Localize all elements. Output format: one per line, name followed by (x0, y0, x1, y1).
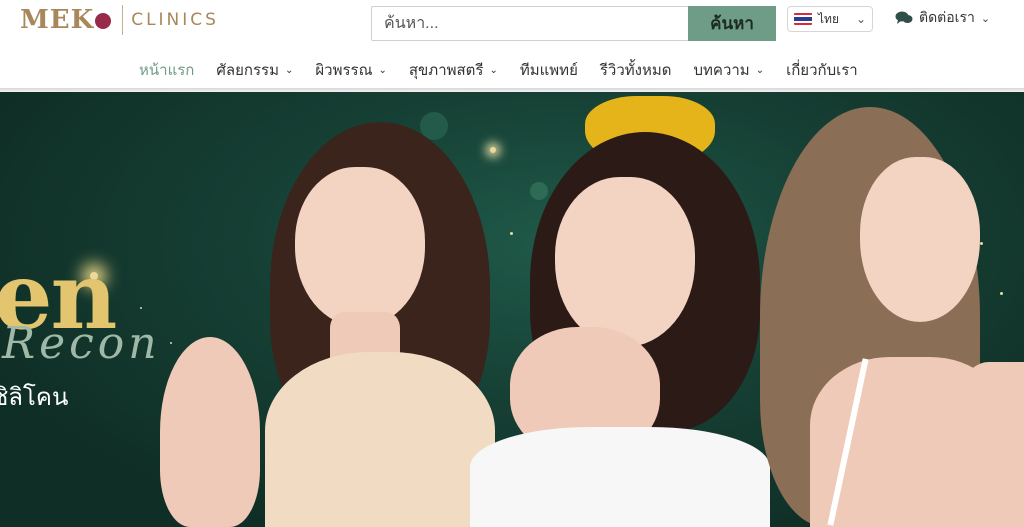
model-left (160, 122, 510, 527)
logo-flower-icon (95, 13, 112, 29)
sparkle (140, 307, 142, 309)
nav-item-label: ทีมแพทย์ (519, 62, 578, 79)
nav-item-label: เกี่ยวกับเรา (786, 62, 858, 79)
chevron-down-icon: ⌄ (489, 64, 498, 76)
logo-word-meko: MEK (20, 5, 95, 35)
language-selector[interactable]: ไทย ⌄ (787, 6, 873, 32)
search-input[interactable] (371, 6, 688, 41)
nav-item-skin[interactable]: ผิวพรรณ ⌄ (315, 58, 387, 82)
model-face (295, 167, 425, 327)
search-button[interactable]: ค้นหา (688, 6, 776, 41)
chat-bubbles-icon (895, 11, 913, 24)
model-far-right (948, 332, 1024, 527)
nav-item-label: รีวิวทั้งหมด (599, 62, 672, 79)
chevron-down-icon: ⌄ (284, 64, 294, 76)
chevron-down-icon: ⌄ (378, 64, 387, 76)
nav-item-articles[interactable]: บทความ ⌄ (694, 58, 765, 82)
model-center (470, 92, 780, 527)
logo[interactable]: MEK CLINICS (20, 5, 219, 35)
nav-item-home[interactable]: หน้าแรก (139, 58, 194, 82)
logo-word-clinics: CLINICS (131, 10, 219, 30)
chevron-down-icon: ⌄ (980, 12, 991, 25)
nav-item-womens-health[interactable]: สุขภาพสตรี ⌄ (409, 58, 498, 82)
banner-script-text: Recon (2, 318, 161, 369)
banner-subtext: ซิลิโคน (0, 384, 69, 411)
contact-label: ติดต่อเรา (919, 9, 975, 25)
nav-item-label: ผิวพรรณ (315, 62, 373, 79)
model-top (265, 352, 495, 527)
nav-item-label: หน้าแรก (139, 62, 195, 79)
nav-item-surgery[interactable]: ศัลยกรรม ⌄ (216, 58, 293, 82)
language-label: ไทย (818, 11, 839, 26)
model-face (555, 177, 695, 347)
contact-dropdown[interactable]: ติดต่อเรา ⌄ (895, 6, 990, 30)
thailand-flag-icon (794, 13, 812, 25)
hero-banner[interactable]: en Recon ซิลิโคน (0, 92, 1024, 527)
nav-item-doctors[interactable]: ทีมแพทย์ (520, 58, 578, 82)
header: MEK CLINICS ค้นหา ไทย ⌄ ติดต่อเรา ⌄ (0, 0, 1024, 48)
main-nav: หน้าแรก ศัลยกรรม ⌄ ผิวพรรณ ⌄ สุขภาพสตรี … (0, 56, 1024, 84)
nav-item-label: บทความ (693, 62, 750, 79)
model-top (470, 427, 770, 527)
model-shoulder (948, 362, 1024, 527)
model-hand (160, 337, 260, 527)
chevron-down-icon: ⌄ (855, 12, 866, 26)
nav-item-label: สุขภาพสตรี (408, 62, 484, 79)
nav-item-label: ศัลยกรรม (216, 62, 279, 79)
chevron-down-icon: ⌄ (755, 64, 765, 76)
logo-separator (122, 5, 124, 35)
nav-item-about[interactable]: เกี่ยวกับเรา (786, 58, 858, 82)
search-bar: ค้นหา (371, 6, 776, 41)
nav-item-reviews[interactable]: รีวิวทั้งหมด (600, 58, 672, 82)
model-face (860, 157, 980, 322)
